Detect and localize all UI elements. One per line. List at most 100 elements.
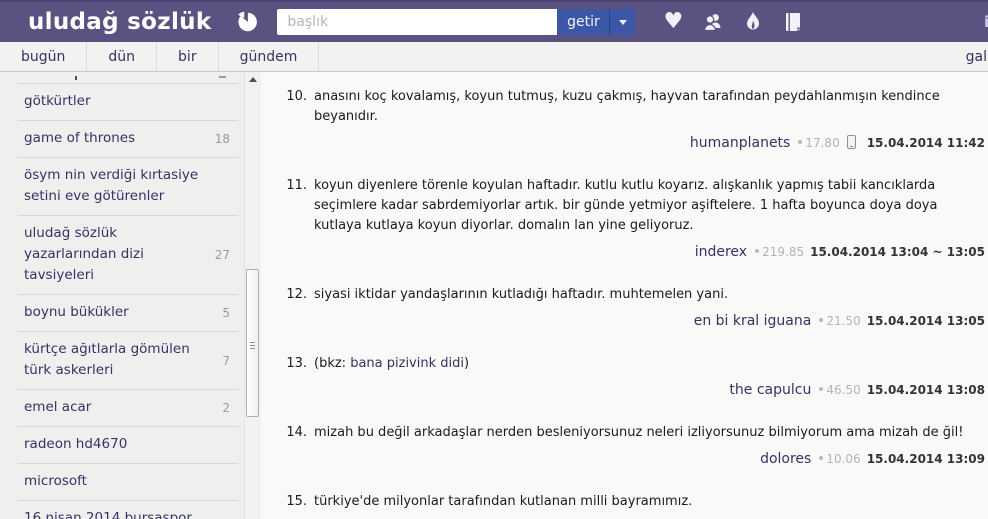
entry: 14. mizah bu değil arkadaşlar nerden bes… [285,423,985,468]
search-input[interactable] [277,9,558,35]
entry-author[interactable]: the capulcu [729,382,811,398]
get-button[interactable]: getir [557,9,610,35]
sidebar-item-label: radeon hd4670 [24,436,128,452]
sidebar-item-label: microsoft [24,473,87,489]
entry-text: türkiye'de milyonlar tarafından kutlanan… [314,492,692,512]
sidebar-item-label: uludağ sözlük yazarlarından dizi tavsiye… [24,225,144,283]
nav-item[interactable]: gündem [219,42,320,71]
sidebar-item-label: emel acar [24,399,92,415]
main-area: götkürtler game of thrones 18 ösym nin v… [0,72,988,519]
entry-author[interactable]: en bi kral iguana [694,313,812,329]
sidebar-topic-item[interactable]: emel acar 2 [18,390,238,427]
book-icon[interactable] [781,10,805,34]
sidebar-topic-item[interactable]: microsoft [18,464,238,501]
entry-number: 10. [286,89,307,104]
nav-item-galeri-clipped[interactable]: gal [966,42,988,71]
users-icon[interactable] [701,10,725,34]
entry: 10. anasını koç kovalamış, koyun tutmuş,… [285,87,985,152]
nav-item-label: bir [178,48,197,65]
entry-text: koyun diyenlere törenle koyulan haftadır… [314,176,985,236]
topic-sidebar: götkürtler game of thrones 18 ösym nin v… [0,72,244,519]
entry-rating: 17.80 [805,136,840,150]
entry-date: 15.04.2014 11:42 [866,136,985,150]
entry-text-plain: anasını koç kovalamış, koyun tutmuş, kuz… [314,89,940,124]
sidebar-item-label: 16 nisan 2014 bursaspor galatasaray maçı [24,510,192,519]
nav-item[interactable]: bugün [0,42,88,71]
search-dropdown-button[interactable] [609,9,636,35]
sidebar-item-label: ösym nin verdiği kırtasiye setini eve gö… [24,167,199,204]
entry-list: 10. anasını koç kovalamış, koyun tutmuş,… [261,72,988,519]
sidebar-item-count: 18 [214,132,230,146]
sidebar-topic-item[interactable]: radeon hd4670 [18,427,238,464]
sidebar-topic-item[interactable]: götkürtler [18,84,238,121]
entry-rating: 219.85 [762,245,805,259]
entry-meta: dolores 10.06 15.04.2014 13:09 [285,449,985,468]
entry: 15. türkiye'de milyonlar tarafından kutl… [285,492,985,519]
rating-dot-icon [798,140,803,144]
mobile-icon [846,135,856,149]
sidebar-topic-item[interactable]: ösym nin verdiği kırtasiye setini eve gö… [18,158,238,216]
entry-number: 13. [286,356,307,371]
sidebar-item-label: game of thrones [24,130,136,146]
entry-date: 15.04.2014 13:04 ~ 13:05 [810,245,985,259]
pie-logo-icon[interactable] [235,10,259,34]
scrollbar-up-button[interactable] [245,72,261,87]
entry-number: 15. [286,494,307,509]
sidebar-topic-item[interactable]: 16 nisan 2014 bursaspor galatasaray maçı [18,501,238,519]
flame-icon[interactable] [741,10,765,34]
entry-rating: 46.50 [826,383,861,397]
entry-date: 15.04.2014 13:05 [866,314,985,328]
entry: 11. koyun diyenlere törenle koyulan haft… [285,176,985,261]
entry-text-plain: siyasi iktidar yandaşlarının kutladığı h… [314,287,729,302]
entry-author[interactable]: dolores [760,451,811,467]
nav-item-label: bugün [21,48,66,65]
entry-text-suffix: ) [464,356,470,371]
header: uludağ sözlük getir ♥ [0,0,988,42]
sidebar-topic-item[interactable]: game of thrones 18 [18,121,238,158]
nav-item-label: gündem [239,48,298,65]
entry-number: 12. [286,287,307,302]
header-icon-row: ♥ [661,10,805,34]
scrollbar-grip [250,342,255,350]
entry-number: 14. [286,425,307,440]
entry-text-plain: mizah bu değil arkadaşlar nerden besleni… [314,425,964,440]
nav-item[interactable]: bir [157,42,219,71]
rating-dot-icon [755,249,760,253]
sidebar-topic-item[interactable]: kürtçe ağıtlarla gömülen türk askerleri … [18,332,238,390]
entry-meta: en bi kral iguana 21.50 15.04.2014 13:05 [285,311,985,330]
scrollbar-thumb[interactable] [246,269,259,417]
entry-meta: humanplanets 17.80 15.04.2014 11:42 [285,133,985,152]
rating-dot-icon [819,318,824,322]
clipped-header-text: i [984,13,988,31]
sidebar-item-label: götkürtler [24,93,91,109]
nav-item[interactable]: dün [87,42,158,71]
entry-meta: inderex 219.85 15.04.2014 13:04 ~ 13:05 [285,242,985,261]
nav-bar: bugün dün bir gündem gal [0,42,988,72]
nav-item-label: dün [108,48,136,65]
sidebar-topic-item[interactable]: uludağ sözlük yazarlarından dizi tavsiye… [18,216,238,295]
sidebar-scrollbar[interactable] [244,72,261,519]
heart-icon[interactable]: ♥ [661,10,685,34]
caret-down-icon [618,19,627,25]
sidebar-item-count: 27 [214,248,230,262]
site-logo[interactable]: uludağ sözlük [28,9,211,35]
entry-text-prefix: (bkz: [314,356,351,371]
entry-text: anasını koç kovalamış, koyun tutmuş, kuz… [314,87,985,127]
entry-text: mizah bu değil arkadaşlar nerden besleni… [314,423,964,443]
entry-text-plain: türkiye'de milyonlar tarafından kutlanan… [314,494,693,509]
sidebar-item-label: kürtçe ağıtlarla gömülen türk askerleri [24,341,190,378]
entry-rating: 10.06 [826,452,861,466]
search-bar: getir [277,9,636,35]
entry-date: 15.04.2014 13:09 [866,452,985,466]
entry: 13. (bkz: bana pizivink didi) the capulc… [285,354,985,399]
entry-bkz-link[interactable]: bana pizivink didi [350,356,464,371]
clipped-topic-item [18,72,238,84]
entry-author[interactable]: humanplanets [690,135,790,151]
entry-number: 11. [286,178,307,193]
sidebar-item-count: 2 [222,401,230,415]
sidebar-topic-item[interactable]: boynu bükükler 5 [18,295,238,332]
sidebar-item-label: boynu bükükler [24,304,129,320]
entry-author[interactable]: inderex [695,244,747,260]
entry-text: (bkz: bana pizivink didi) [314,354,469,374]
rating-dot-icon [819,456,824,460]
